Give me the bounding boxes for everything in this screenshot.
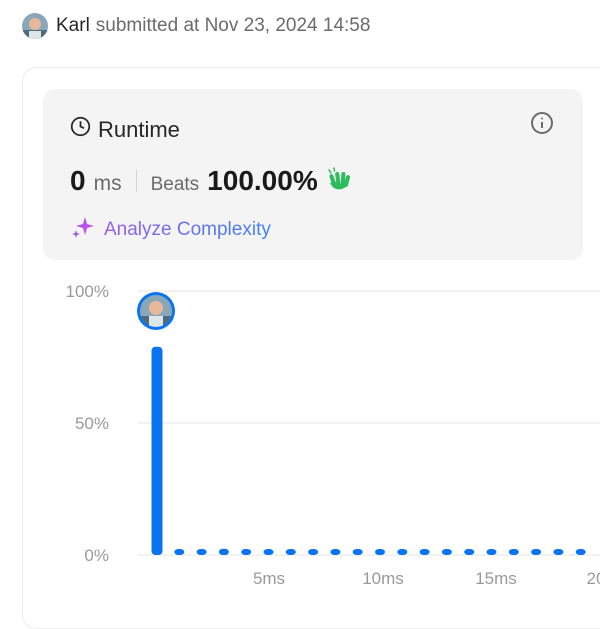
bar[interactable] <box>464 549 475 555</box>
bar[interactable] <box>241 549 252 555</box>
x-tick-label: 5ms <box>253 569 285 588</box>
bar[interactable] <box>263 549 274 555</box>
runtime-distribution-chart: 100% 50% 0% 5ms 10ms 15ms 20 <box>66 282 600 588</box>
bar-current[interactable] <box>151 346 163 555</box>
bar[interactable] <box>508 549 519 555</box>
bar[interactable] <box>285 549 296 555</box>
bar[interactable] <box>397 549 408 555</box>
bar[interactable] <box>486 549 497 555</box>
bar[interactable] <box>419 549 430 555</box>
x-tick-label: 20 <box>587 569 600 588</box>
bar[interactable] <box>441 549 452 555</box>
bar[interactable] <box>174 549 185 555</box>
y-tick-label: 50% <box>75 414 109 433</box>
bar[interactable] <box>196 549 207 555</box>
bar[interactable] <box>218 548 229 555</box>
bar[interactable] <box>531 549 542 555</box>
y-tick-label: 0% <box>84 546 109 565</box>
bar[interactable] <box>308 549 319 555</box>
bar[interactable] <box>575 549 586 555</box>
marker-avatar <box>140 295 172 327</box>
x-tick-label: 10ms <box>362 569 404 588</box>
x-tick-label: 15ms <box>475 569 517 588</box>
chart-ticks: 100% 50% 0% 5ms 10ms 15ms 20 <box>66 282 600 588</box>
chart-bars <box>151 346 586 555</box>
current-submission-marker[interactable] <box>137 292 175 330</box>
chart-grid <box>138 290 600 556</box>
bar[interactable] <box>375 549 385 555</box>
bar[interactable] <box>352 549 363 555</box>
bar[interactable] <box>330 549 341 555</box>
bar[interactable] <box>553 549 564 555</box>
y-tick-label: 100% <box>66 282 109 301</box>
